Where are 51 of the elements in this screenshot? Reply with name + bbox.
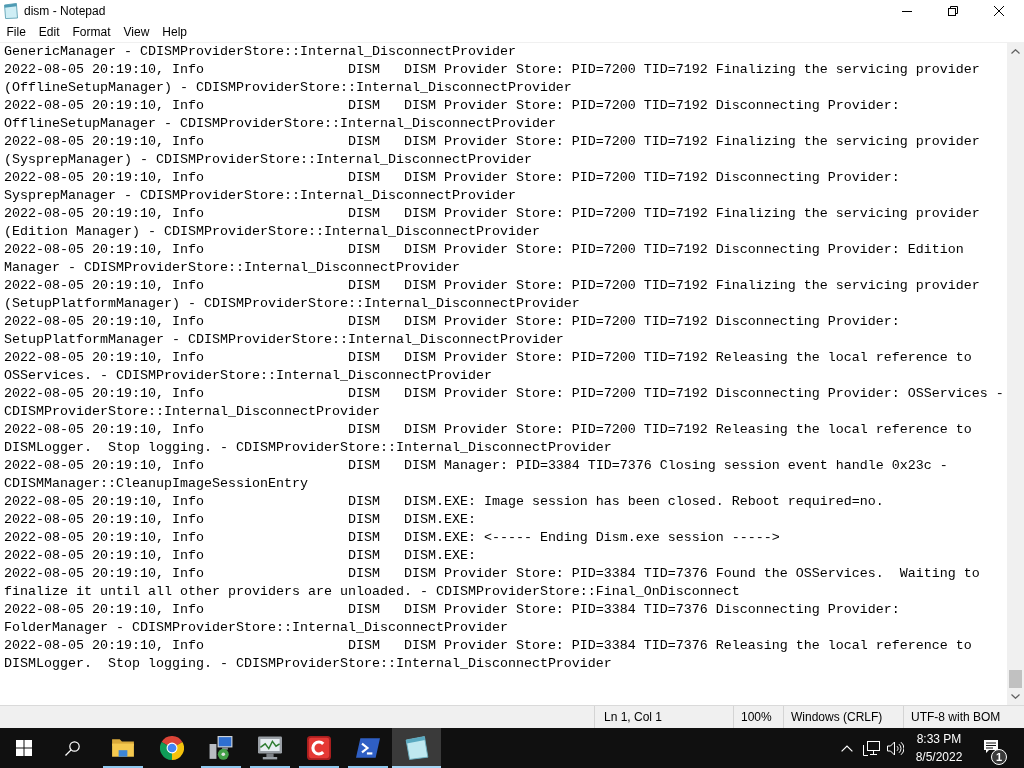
notepad-icon (404, 736, 429, 760)
text-line: 2022-08-05 20:19:10, Info DISM DISM Provider Store: PID=7200 TID=7192 Finalizing the servicing provider (OfflineSetupManager) - CDISMProviderStore::Internal_DisconnectProvider (4, 61, 981, 97)
menu-item[interactable]: Format (66, 22, 118, 42)
text-line: 2022-08-05 20:19:10, Info DISM DISM Provider Store: PID=7200 TID=7192 Disconnecting Provider: SysprepManager - CDISMProviderStore::Internal_DisconnectProvider (4, 169, 901, 205)
folder-icon (110, 736, 135, 760)
scroll-down-icon[interactable] (1011, 694, 1020, 699)
menu-item[interactable]: Help (155, 22, 194, 42)
text-line: 2022-08-05 20:19:10, Info DISM DISM.EXE: <----- Ending Dism.exe session -----> (4, 529, 781, 547)
text-line: 2022-08-05 20:19:10, Info DISM DISM Provider Store: PID=7200 TID=7192 Finalizing the servicing provider (Edition Manager) - CDISMProviderStore::Internal_DisconnectProvider (4, 205, 981, 241)
search-icon (64, 740, 80, 756)
menu-item[interactable]: View (117, 22, 156, 42)
c-tile-icon (306, 736, 331, 760)
text-line: 2022-08-05 20:19:10, Info DISM DISM Manager: PID=3384 TID=7376 Closing session event handle 0x23c - CDISMManager::CleanupImageSessionEntry (4, 457, 949, 493)
network-icon[interactable] (862, 740, 880, 756)
text-line: 2022-08-05 20:19:10, Info DISM DISM.EXE: (4, 547, 477, 565)
terminal-icon (355, 736, 380, 760)
text-line: 2022-08-05 20:19:10, Info DISM DISM Provider Store: PID=3384 TID=7376 Disconnecting Provider: FolderManager - CDISMProviderStore::Internal_DisconnectProvider (4, 601, 901, 637)
text-line: 2022-08-05 20:19:10, Info DISM DISM Provider Store: PID=7200 TID=7192 Disconnecting Provider: OSServices - CDISMProviderStore::Internal_DisconnectProvider (4, 385, 1005, 421)
monitor-chart-icon (257, 736, 282, 760)
scrollbar-track[interactable] (1007, 43, 1024, 705)
notepad-icon (3, 3, 19, 19)
notification-badge: 1 (991, 749, 1007, 765)
volume-icon[interactable] (886, 740, 904, 756)
clock-time[interactable]: 8:33 PM (916, 730, 962, 748)
text-line: 2022-08-05 20:19:10, Info DISM DISM Provider Store: PID=3384 TID=7376 Releasing the local reference to DISMLogger. Stop logging. - CDISMProviderStore::Internal_DisconnectProvider (4, 637, 973, 673)
window-title: dism - Notepad (24, 4, 106, 18)
start-icon (16, 740, 32, 756)
menu-item[interactable]: File (0, 22, 33, 42)
text-line: 2022-08-05 20:19:10, Info DISM DISM Provider Store: PID=7200 TID=7192 Disconnecting Provider: SetupPlatformManager - CDISMProviderStore::Internal_DisconnectProvider (4, 313, 901, 349)
text-line: 2022-08-05 20:19:10, Info DISM DISM Provider Store: PID=7200 TID=7192 Finalizing the servicing provider (SetupPlatformManager) - CDISMProviderStore::Internal_DisconnectProvider (4, 277, 981, 313)
text-line: 2022-08-05 20:19:10, Info DISM DISM Provider Store: PID=7200 TID=7192 Finalizing the servicing provider (SysprepManager) - CDISMProviderStore::Internal_DisconnectProvider (4, 133, 981, 169)
chevron-up-icon[interactable] (841, 744, 853, 752)
text-line: 2022-08-05 20:19:10, Info DISM DISM Provider Store: PID=7200 TID=7192 Disconnecting Provider: OfflineSetupManager - CDISMProviderStore::Internal_DisconnectProvider (4, 97, 901, 133)
scrollbar-thumb[interactable] (1009, 670, 1022, 688)
tricolor-circle-icon (159, 736, 184, 760)
text-line: GenericManager - CDISMProviderStore::Internal_DisconnectProvider (4, 43, 517, 61)
text-line: 2022-08-05 20:19:10, Info DISM DISM Provider Store: PID=7200 TID=7192 Disconnecting Provider: Edition Manager - CDISMProviderStore::Internal_DisconnectProvider (4, 241, 965, 277)
computer-disc-icon (208, 736, 233, 760)
menu-item[interactable]: Edit (32, 22, 67, 42)
text-line: 2022-08-05 20:19:10, Info DISM DISM Provider Store: PID=7200 TID=7192 Releasing the local reference to DISMLogger. Stop logging. - CDISMProviderStore::Internal_DisconnectProvider (4, 421, 973, 457)
close-icon (994, 6, 1004, 16)
text-line: 2022-08-05 20:19:10, Info DISM DISM Provider Store: PID=7200 TID=7192 Releasing the local reference to OSServices. - CDISMProviderStore::Internal_DisconnectProvider (4, 349, 973, 385)
restore-icon (948, 6, 958, 16)
taskbar-button[interactable] (392, 728, 441, 768)
minimize-icon (902, 10, 912, 12)
text-line: 2022-08-05 20:19:10, Info DISM DISM.EXE: Image session has been closed. Reboot required=no. (4, 493, 885, 511)
message-icon[interactable] (983, 738, 999, 754)
scroll-up-icon[interactable] (1011, 49, 1020, 54)
text-line: 2022-08-05 20:19:10, Info DISM DISM.EXE: (4, 511, 477, 529)
clock-date[interactable]: 8/5/2022 (915, 748, 963, 766)
text-line: 2022-08-05 20:19:10, Info DISM DISM Provider Store: PID=3384 TID=7376 Found the OSServices. Waiting to finalize it until all other providers are unloaded. - CDISMProviderStore::Final_OnDisconnect (4, 565, 981, 601)
